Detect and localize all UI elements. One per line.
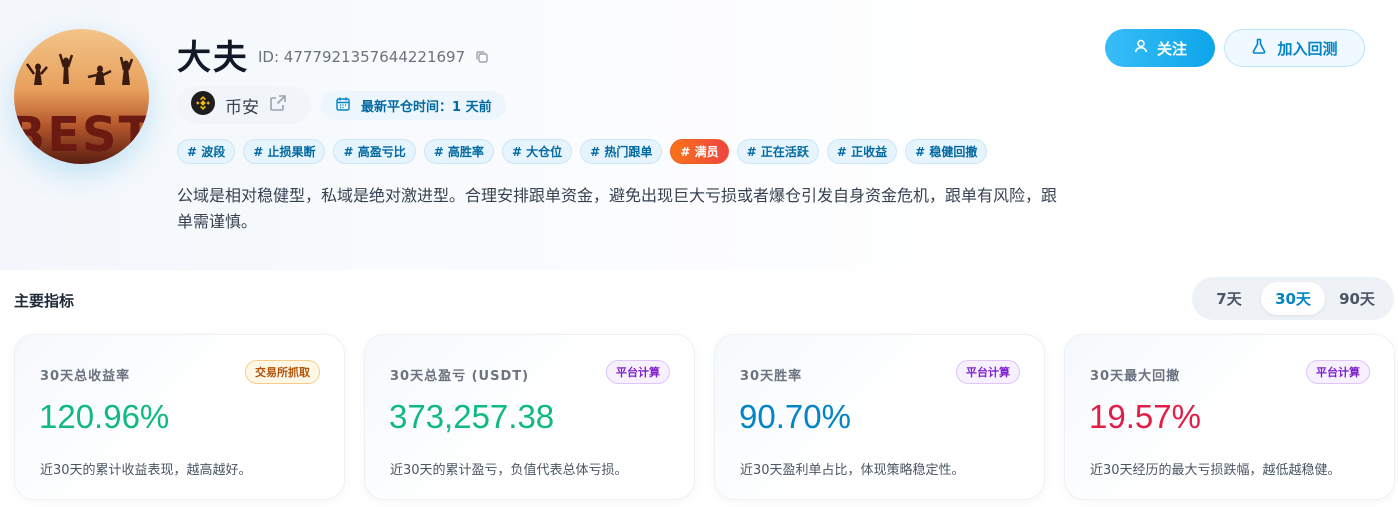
- trader-id: ID: 4777921357644221697: [258, 48, 489, 66]
- metric-label: 30天总盈亏 (USDT): [390, 369, 530, 384]
- add-backtest-button[interactable]: 加入回测: [1224, 29, 1365, 67]
- tag[interactable]: # 高胜率: [423, 139, 494, 164]
- trader-id-text: ID: 4777921357644221697: [258, 48, 466, 66]
- backtest-label: 加入回测: [1277, 40, 1338, 58]
- calendar-icon: [335, 96, 351, 116]
- tag[interactable]: # 大仓位: [501, 139, 573, 164]
- metric-source-badge: 平台计算: [956, 360, 1020, 384]
- tag[interactable]: # 高盈亏比: [333, 139, 416, 164]
- user-icon: [1133, 38, 1149, 58]
- exchange-name: 币安: [225, 97, 259, 118]
- tag[interactable]: # 满员: [670, 139, 729, 164]
- tag[interactable]: # 波段: [177, 139, 236, 164]
- metric-label: 30天最大回撤: [1090, 369, 1181, 384]
- metric-card-total-pnl: 30天总盈亏 (USDT) 平台计算 373,257.38 近30天的累计盈亏，…: [364, 334, 695, 500]
- latest-close-time: 最新平仓时间：1 天前: [321, 91, 506, 120]
- metric-card-max-drawdown: 30天最大回撤 平台计算 19.57% 近30天经历的最大亏损跌幅，越低越稳健。: [1064, 334, 1395, 500]
- range-option-30d[interactable]: 30天: [1261, 282, 1325, 315]
- external-link-icon[interactable]: [269, 94, 287, 117]
- metric-source-badge: 交易所抓取: [245, 360, 320, 384]
- trader-name: 大夫: [177, 38, 249, 78]
- metric-card-total-return: 30天总收益率 交易所抓取 120.96% 近30天的累计收益表现，越高越好。: [14, 334, 345, 500]
- latest-close-label: 最新平仓时间：1 天前: [361, 100, 492, 115]
- metric-note: 近30天的累计盈亏，负值代表总体亏损。: [390, 463, 628, 478]
- tag[interactable]: # 稳健回撤: [905, 139, 988, 164]
- range-option-90d[interactable]: 90天: [1325, 282, 1389, 315]
- tag-list: # 波段 # 止损果断 # 高盈亏比 # 高胜率 # 大仓位 # 热门跟单 # 满员 # 正在…: [177, 139, 988, 164]
- range-option-7d[interactable]: 7天: [1197, 282, 1261, 315]
- binance-logo-icon: [191, 90, 215, 120]
- metric-note: 近30天的累计收益表现，越高越好。: [40, 463, 252, 478]
- flask-icon: [1251, 38, 1267, 58]
- section-title: 主要指标: [14, 292, 75, 310]
- metric-note: 近30天经历的最大亏损跌幅，越低越稳健。: [1090, 463, 1341, 478]
- copy-icon[interactable]: [475, 50, 489, 64]
- metric-value: 19.57%: [1089, 398, 1201, 435]
- avatar: BEST: [14, 29, 149, 164]
- tag[interactable]: # 正在活跃: [736, 139, 819, 164]
- follow-button[interactable]: 关注: [1105, 29, 1215, 67]
- range-toggle: 7天 30天 90天: [1192, 277, 1394, 320]
- metric-source-badge: 平台计算: [606, 360, 670, 384]
- metric-note: 近30天盈利单占比，体现策略稳定性。: [740, 463, 965, 478]
- metric-label: 30天总收益率: [40, 369, 131, 384]
- metric-source-badge: 平台计算: [1306, 360, 1370, 384]
- metric-value: 373,257.38: [389, 398, 555, 435]
- trader-description: 公域是相对稳健型，私域是绝对激进型。合理安排跟单资金，避免出现巨大亏损或者爆仓引…: [177, 186, 1058, 231]
- follow-label: 关注: [1156, 40, 1187, 58]
- exchange-pill[interactable]: 币安: [177, 86, 311, 124]
- metric-value: 90.70%: [739, 398, 851, 435]
- tag[interactable]: # 止损果断: [243, 139, 326, 164]
- tag[interactable]: # 热门跟单: [580, 139, 663, 164]
- metric-value: 120.96%: [39, 398, 170, 435]
- tag[interactable]: # 正收益: [826, 139, 898, 164]
- metric-card-win-rate: 30天胜率 平台计算 90.70% 近30天盈利单占比，体现策略稳定性。: [714, 334, 1045, 500]
- metric-label: 30天胜率: [740, 369, 803, 384]
